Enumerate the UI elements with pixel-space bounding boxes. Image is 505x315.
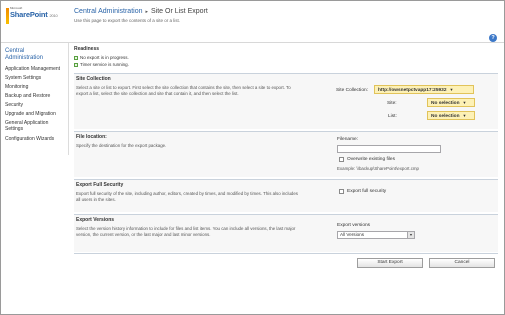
site-collection-description: Select a site or list to export. First s… [76, 85, 291, 96]
full-security-label: Export full security [347, 189, 387, 194]
full-security-info: Export Full Security Export full securit… [76, 182, 301, 202]
site-collection-label: Site Collection: [336, 88, 368, 93]
check-icon [74, 55, 78, 60]
nav-item-application-management[interactable]: Application Management [5, 66, 60, 73]
breadcrumb: Central Administration ▸ Site Or List Expo… [74, 8, 208, 15]
filename-input[interactable] [337, 145, 441, 153]
list-value: No selection [431, 114, 460, 119]
site-value: No selection [431, 101, 460, 106]
start-export-button[interactable]: Start Export [357, 258, 423, 268]
full-security-description: Export full security of the site, includ… [76, 191, 298, 202]
readiness-text-export: No export is in progress. [80, 55, 129, 60]
sharepoint-logo: Microsoft SharePoint 2010 [6, 6, 66, 28]
readiness-line-export: No export is in progress. [74, 55, 129, 60]
versions-description: Select the version history information t… [76, 226, 296, 237]
left-navigation: Central Administration Application Manag… [1, 43, 69, 155]
versions-info: Export Versions Select the version histo… [76, 217, 301, 237]
full-security-title: Export Full Security [76, 182, 124, 188]
chevron-down-icon: ▼ [462, 100, 467, 105]
nav-item-configuration-wizards[interactable]: Configuration Wizards [5, 136, 54, 143]
nav-item-system-settings[interactable]: System Settings [5, 75, 41, 82]
help-icon[interactable]: ? [489, 34, 497, 42]
chevron-down-icon: ▼ [407, 232, 414, 238]
filename-example: Example: \\backup\SharePoint\export.cmp [337, 166, 420, 171]
versions-label: Export versions [337, 223, 371, 228]
versions-selected-value: All Versions [340, 232, 365, 237]
breadcrumb-central-admin[interactable]: Central Administration [74, 8, 142, 15]
filename-label: Filename: [337, 137, 359, 142]
overwrite-checkbox[interactable] [339, 157, 344, 162]
nav-item-general-settings[interactable]: General Application Settings [5, 120, 61, 132]
site-collection-info: Site Collection Select a site or list to… [76, 76, 301, 96]
list-selector[interactable]: No selection ▼ [427, 111, 475, 120]
chevron-down-icon: ▼ [462, 113, 467, 118]
file-location-info: File location: Specify the destination f… [76, 134, 301, 149]
overwrite-label: Overwrite existing files [347, 157, 395, 162]
versions-select[interactable]: All Versions ▼ [337, 231, 415, 239]
logo-product-text: SharePoint 2010 [10, 10, 58, 19]
nav-heading-central-admin[interactable]: Central Administration [5, 48, 45, 62]
section-full-security: Export Full Security Export full securit… [74, 179, 498, 212]
readiness-title: Readiness [74, 46, 100, 52]
section-file-location: File location: Specify the destination f… [74, 131, 498, 177]
readiness-text-timer: Timer service is running. [80, 62, 129, 67]
full-security-checkbox[interactable] [339, 189, 344, 194]
logo-product-name: SharePoint [10, 10, 48, 19]
nav-item-backup-restore[interactable]: Backup and Restore [5, 93, 50, 100]
logo-version: 2010 [49, 13, 58, 18]
list-label: List: [388, 114, 397, 119]
chevron-down-icon: ▼ [449, 87, 454, 92]
page-title: Site Or List Export [151, 8, 208, 15]
nav-item-security[interactable]: Security [5, 102, 23, 109]
nav-item-upgrade-migration[interactable]: Upgrade and Migration [5, 111, 56, 118]
file-location-title: File location: [76, 134, 107, 140]
header-divider [1, 42, 504, 43]
file-location-description: Specify the destination for the export p… [76, 143, 167, 148]
nav-item-monitoring[interactable]: Monitoring [5, 84, 28, 91]
breadcrumb-separator-icon: ▸ [145, 9, 148, 15]
page-header: Central Administration ▸ Site Or List Expo… [74, 8, 208, 23]
page-subtitle: Use this page to export the contents of … [74, 18, 181, 23]
site-collection-value: http://owsnetpctvapp17:25932 [378, 88, 447, 93]
site-collection-title: Site Collection [76, 76, 111, 82]
site-collection-selector[interactable]: http://owsnetpctvapp17:25932 ▼ [374, 85, 474, 94]
site-label: Site: [387, 101, 397, 106]
readiness-line-timer: Timer service is running. [74, 62, 129, 67]
section-site-collection: Site Collection Select a site or list to… [74, 73, 498, 129]
site-selector[interactable]: No selection ▼ [427, 98, 475, 107]
footer-divider [74, 253, 498, 254]
cancel-button[interactable]: Cancel [429, 258, 495, 268]
check-icon [74, 62, 78, 67]
section-export-versions: Export Versions Select the version histo… [74, 214, 498, 252]
logo-mark-icon [6, 8, 9, 24]
versions-title: Export Versions [76, 217, 115, 223]
